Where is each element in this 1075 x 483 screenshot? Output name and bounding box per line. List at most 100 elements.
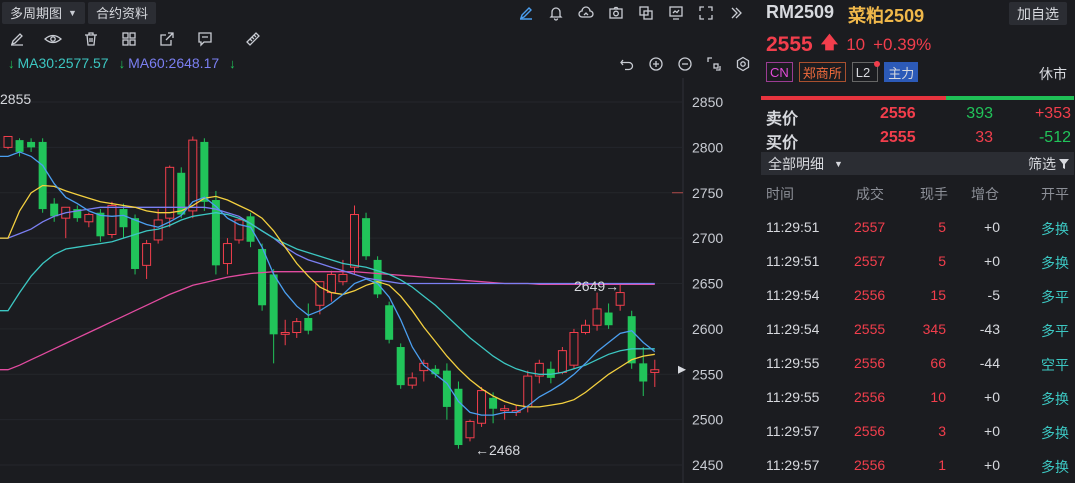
- candle-body: [84, 214, 94, 223]
- filter-button[interactable]: 筛选: [1028, 154, 1070, 174]
- fit-icon[interactable]: [699, 53, 728, 75]
- tick-volume: 10: [930, 389, 946, 405]
- notification-dot-icon: [874, 61, 881, 67]
- table-row[interactable]: 11:29:55 2556 66 -44 空平: [766, 355, 1071, 375]
- candle-body: [38, 141, 47, 210]
- tick-volume: 5: [938, 253, 946, 269]
- cloud-icon[interactable]: [571, 2, 601, 24]
- candle-body: [592, 308, 602, 326]
- edit-icon[interactable]: [0, 28, 34, 50]
- chart-controls: [612, 53, 757, 75]
- l2-tag[interactable]: L2: [851, 61, 881, 82]
- y-tick-label: 2700: [692, 230, 723, 246]
- table-row[interactable]: 11:29:54 2556 15 -5 多平: [766, 287, 1071, 307]
- trash-icon[interactable]: [72, 28, 110, 50]
- y-tick-label: 2750: [692, 185, 723, 201]
- price-change: 10: [846, 34, 866, 54]
- candle-body: [523, 375, 533, 408]
- exchange-tag: 郑商所: [798, 62, 846, 82]
- price-summary: 2555 🡅 10 +0.39%: [766, 30, 931, 59]
- candle-body: [373, 259, 382, 295]
- ruler-icon[interactable]: [234, 28, 272, 50]
- candle-body: [465, 420, 475, 439]
- candle-body: [489, 397, 498, 409]
- table-row[interactable]: 11:29:51 2557 5 +0 多换: [766, 253, 1071, 273]
- chevron-down-icon: ▼: [68, 7, 77, 18]
- cn-tag: CN: [766, 62, 793, 82]
- bid-row[interactable]: 买价 2555 33 -512: [766, 129, 1071, 152]
- candle-body: [142, 243, 152, 266]
- tick-type: 多换: [1041, 391, 1069, 407]
- last-price: 2555: [766, 32, 813, 56]
- add-watchlist-button[interactable]: 加自选: [1009, 2, 1067, 25]
- candle-body: [280, 332, 290, 335]
- tick-price: 2556: [854, 423, 886, 439]
- zoom-out-icon[interactable]: [670, 53, 699, 75]
- tick-price: 2556: [854, 389, 886, 405]
- bid-strength-bar: [761, 96, 946, 100]
- tick-price: 2556: [854, 457, 886, 473]
- table-row[interactable]: 11:29:51 2557 5 +0 多换: [766, 219, 1071, 239]
- contract-info-button[interactable]: 合约资料: [87, 1, 156, 24]
- tick-time: 11:29:54: [766, 287, 820, 303]
- tick-time: 11:29:55: [766, 355, 820, 371]
- eye-icon[interactable]: [34, 28, 72, 50]
- tick-time: 11:29:51: [766, 219, 820, 235]
- candle-body: [3, 135, 13, 148]
- ma60-legend: ↓ MA60:2648.17: [118, 55, 220, 71]
- y-tick-label: 2500: [692, 412, 723, 428]
- y-tick-label: 2550: [692, 366, 723, 382]
- tick-volume: 1: [938, 457, 946, 473]
- detail-type-dropdown[interactable]: 全部明细 ▼: [768, 154, 843, 174]
- tick-type: 多换: [1041, 459, 1069, 475]
- ask-row[interactable]: 卖价 2556 393 +353: [766, 105, 1071, 128]
- monitor-icon[interactable]: [661, 2, 691, 24]
- toolbar-icons: [511, 2, 751, 24]
- table-row[interactable]: 11:29:57 2556 3 +0 多换: [766, 423, 1071, 443]
- candle-body: [304, 317, 313, 331]
- comment-icon[interactable]: [186, 28, 224, 50]
- candle-body: [27, 141, 36, 148]
- arrow-down-icon: ↓: [118, 56, 126, 71]
- tick-type: 多换: [1041, 255, 1069, 271]
- tick-volume: 66: [930, 355, 946, 371]
- ask-strength-bar: [946, 96, 1074, 100]
- candle-body: [557, 350, 567, 373]
- tick-time: 11:29:51: [766, 253, 820, 269]
- table-row[interactable]: 11:29:55 2556 10 +0 多换: [766, 389, 1071, 409]
- candle-body: [15, 140, 24, 152]
- camera-icon[interactable]: [601, 2, 631, 24]
- tag-row: CN 郑商所 L2 主力: [766, 61, 919, 82]
- fullscreen-icon[interactable]: [691, 2, 721, 24]
- candle-body: [627, 316, 636, 364]
- y-tick-label: 2650: [692, 276, 723, 292]
- tick-oi: +0: [984, 457, 1000, 473]
- external-link-icon[interactable]: [148, 28, 186, 50]
- tick-oi: -43: [979, 321, 1000, 337]
- draw-pen-icon[interactable]: [511, 2, 541, 24]
- grid-icon[interactable]: [110, 28, 148, 50]
- copy-window-icon[interactable]: [631, 2, 661, 24]
- candle-body: [650, 369, 660, 373]
- tick-volume: 5: [938, 219, 946, 235]
- period-dropdown[interactable]: 多周期图 ▼: [2, 1, 85, 24]
- zoom-in-icon[interactable]: [641, 53, 670, 75]
- candle-body: [177, 172, 186, 215]
- candle-body: [396, 347, 405, 386]
- ma30-line: [0, 212, 655, 375]
- tick-filter-bar: 全部明细 ▼ 筛选: [761, 152, 1074, 175]
- tick-oi: +0: [984, 423, 1000, 439]
- y-tick-label: 2850: [692, 94, 723, 110]
- bell-icon[interactable]: [541, 2, 571, 24]
- tick-price: 2557: [854, 219, 886, 235]
- tick-time: 11:29:54: [766, 321, 820, 337]
- undo-icon[interactable]: [612, 53, 641, 75]
- filter-icon: [1059, 158, 1069, 169]
- collapse-panel-icon[interactable]: [721, 2, 751, 24]
- candle-body: [500, 408, 510, 412]
- candle-body: [246, 216, 255, 242]
- settings-gear-icon[interactable]: [728, 53, 757, 75]
- tick-type: 多换: [1041, 221, 1069, 237]
- table-row[interactable]: 11:29:54 2555 345 -43 多平: [766, 321, 1071, 341]
- table-row[interactable]: 11:29:57 2556 1 +0 多换: [766, 457, 1071, 477]
